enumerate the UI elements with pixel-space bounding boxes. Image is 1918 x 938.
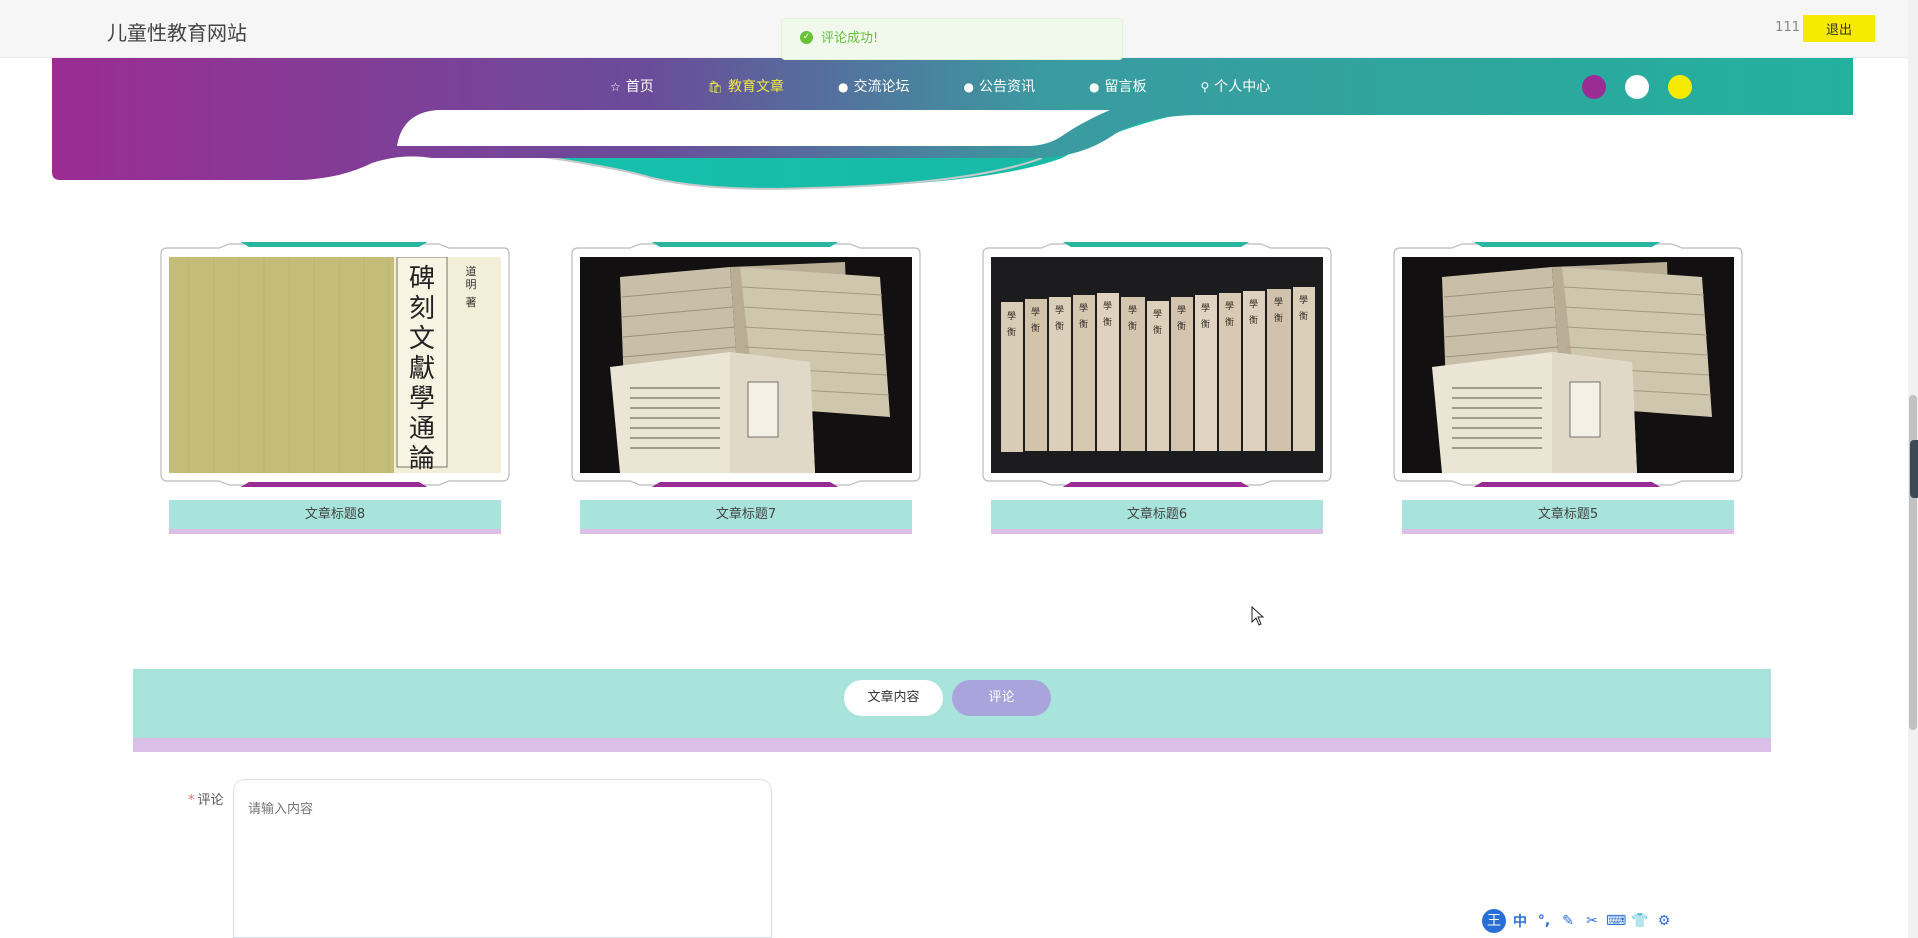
article-title[interactable]: 文章标题7 xyxy=(580,500,912,534)
svg-text:學: 學 xyxy=(1079,302,1088,314)
svg-text:衡: 衡 xyxy=(1103,316,1112,328)
nav-banner: ☆ 首页 🛍 教育文章 ● 交流论坛 ● 公告资讯 ● 留言板 ⚲ 个人中心 xyxy=(52,58,1853,198)
pen-icon[interactable]: ✎ xyxy=(1558,913,1578,929)
svg-text:衡: 衡 xyxy=(1055,320,1064,332)
nav-item-label: 交流论坛 xyxy=(853,79,910,95)
info-icon: ● xyxy=(1088,80,1100,94)
comment-label: * 评论 xyxy=(188,789,224,808)
nav-item-label: 个人中心 xyxy=(1214,79,1271,95)
nav-item-label: 留言板 xyxy=(1104,79,1147,95)
info-icon: ● xyxy=(838,80,849,94)
nav-item-announcements[interactable]: ● 公告资讯 xyxy=(963,76,1034,96)
theme-white-button[interactable] xyxy=(1625,75,1649,99)
svg-text:衡: 衡 xyxy=(1249,314,1258,326)
comment-label-text: 评论 xyxy=(197,793,224,808)
shirt-icon[interactable]: 👕 xyxy=(1630,913,1650,929)
punctuation-icon[interactable]: °, xyxy=(1534,913,1554,929)
username-label: 111 xyxy=(1775,20,1800,35)
detail-tabs: 文章内容 评论 xyxy=(133,669,1771,752)
svg-text:衡: 衡 xyxy=(1079,318,1088,330)
theme-yellow-button[interactable] xyxy=(1668,75,1692,99)
svg-text:學: 學 xyxy=(1299,294,1308,306)
theme-purple-button[interactable] xyxy=(1582,75,1606,99)
required-mark: * xyxy=(188,793,195,808)
svg-text:衡: 衡 xyxy=(1201,318,1210,330)
nav-item-messages[interactable]: ● 留言板 xyxy=(1089,76,1146,96)
nav-item-articles[interactable]: 🛍 教育文章 xyxy=(708,76,784,96)
star-icon: ☆ xyxy=(610,80,621,94)
svg-text:衡: 衡 xyxy=(1031,322,1040,334)
tab-article-content[interactable]: 文章内容 xyxy=(844,680,943,716)
svg-text:衡: 衡 xyxy=(1299,310,1308,322)
scissors-icon[interactable]: ✂ xyxy=(1582,913,1602,929)
svg-text:道明著: 道明著 xyxy=(466,264,477,309)
svg-text:衡: 衡 xyxy=(1153,324,1162,336)
bag-icon: 🛍 xyxy=(707,80,723,94)
svg-text:學: 學 xyxy=(1177,304,1186,316)
ime-toolbar: 王 中 °, ✎ ✂ ⌨ 👕 ⚙ xyxy=(1482,908,1678,933)
svg-text:衡: 衡 xyxy=(1007,326,1016,338)
tab-band-stripe xyxy=(133,738,1771,752)
user-icon: ⚲ xyxy=(1200,80,1210,94)
book-spines-image: 學學學學學學學學學學學學學 衡衡衡衡衡衡衡衡衡衡衡衡衡 xyxy=(991,257,1323,473)
site-title: 儿童性教育网站 xyxy=(107,21,247,45)
svg-text:學: 學 xyxy=(1201,302,1210,314)
cover-title-text: 碑刻文獻學通論 xyxy=(409,264,435,473)
book-cover-image: 碑刻文獻學通論 道明著 xyxy=(169,257,501,473)
svg-text:學: 學 xyxy=(1031,306,1040,318)
info-icon: ● xyxy=(963,80,974,94)
article-card[interactable]: 學學學學學學學學學學學學學 衡衡衡衡衡衡衡衡衡衡衡衡衡 xyxy=(981,242,1333,487)
svg-text:學: 學 xyxy=(1055,304,1064,316)
svg-text:衡: 衡 xyxy=(1128,320,1137,332)
article-title[interactable]: 文章标题8 xyxy=(169,500,501,534)
ime-logo[interactable]: 王 xyxy=(1482,908,1506,933)
nav-item-label: 公告资讯 xyxy=(978,79,1035,95)
nav-item-forum[interactable]: ● 交流论坛 xyxy=(838,76,909,96)
article-card[interactable] xyxy=(570,242,922,487)
svg-text:學: 學 xyxy=(1007,310,1016,322)
logout-button[interactable]: 退出 xyxy=(1803,15,1875,42)
svg-text:學: 學 xyxy=(1103,300,1112,312)
gear-icon[interactable]: ⚙ xyxy=(1654,913,1674,929)
nav-item-home[interactable]: ☆ 首页 xyxy=(610,76,654,96)
svg-text:學: 學 xyxy=(1153,308,1162,320)
article-card[interactable]: 碑刻文獻學通論 道明著 xyxy=(159,242,511,487)
stacked-books-image xyxy=(1402,257,1734,473)
check-circle-icon: ✓ xyxy=(800,31,813,44)
article-title[interactable]: 文章标题6 xyxy=(991,500,1323,534)
article-card[interactable] xyxy=(1392,242,1744,487)
svg-text:衡: 衡 xyxy=(1274,312,1283,324)
nav-item-label: 教育文章 xyxy=(728,79,784,95)
tab-comment[interactable]: 评论 xyxy=(952,680,1051,716)
comment-textarea[interactable] xyxy=(233,779,772,938)
success-toast: ✓ 评论成功! xyxy=(781,18,1123,60)
svg-text:學: 學 xyxy=(1249,298,1258,310)
svg-text:學: 學 xyxy=(1128,304,1137,316)
svg-text:衡: 衡 xyxy=(1177,320,1186,332)
stacked-books-image xyxy=(580,257,912,473)
mouse-cursor-icon xyxy=(1251,606,1265,626)
main-nav: ☆ 首页 🛍 教育文章 ● 交流论坛 ● 公告资讯 ● 留言板 ⚲ 个人中心 xyxy=(610,76,1324,96)
svg-text:學: 學 xyxy=(1274,296,1283,308)
ime-language-toggle[interactable]: 中 xyxy=(1510,911,1530,931)
nav-item-profile[interactable]: ⚲ 个人中心 xyxy=(1200,76,1270,96)
toast-message: 评论成功! xyxy=(821,31,879,46)
svg-text:學: 學 xyxy=(1225,300,1234,312)
nav-item-label: 首页 xyxy=(625,79,654,95)
svg-text:衡: 衡 xyxy=(1225,316,1234,328)
side-floating-tab[interactable] xyxy=(1910,440,1918,498)
article-title[interactable]: 文章标题5 xyxy=(1402,500,1734,534)
keyboard-icon[interactable]: ⌨ xyxy=(1606,913,1626,929)
